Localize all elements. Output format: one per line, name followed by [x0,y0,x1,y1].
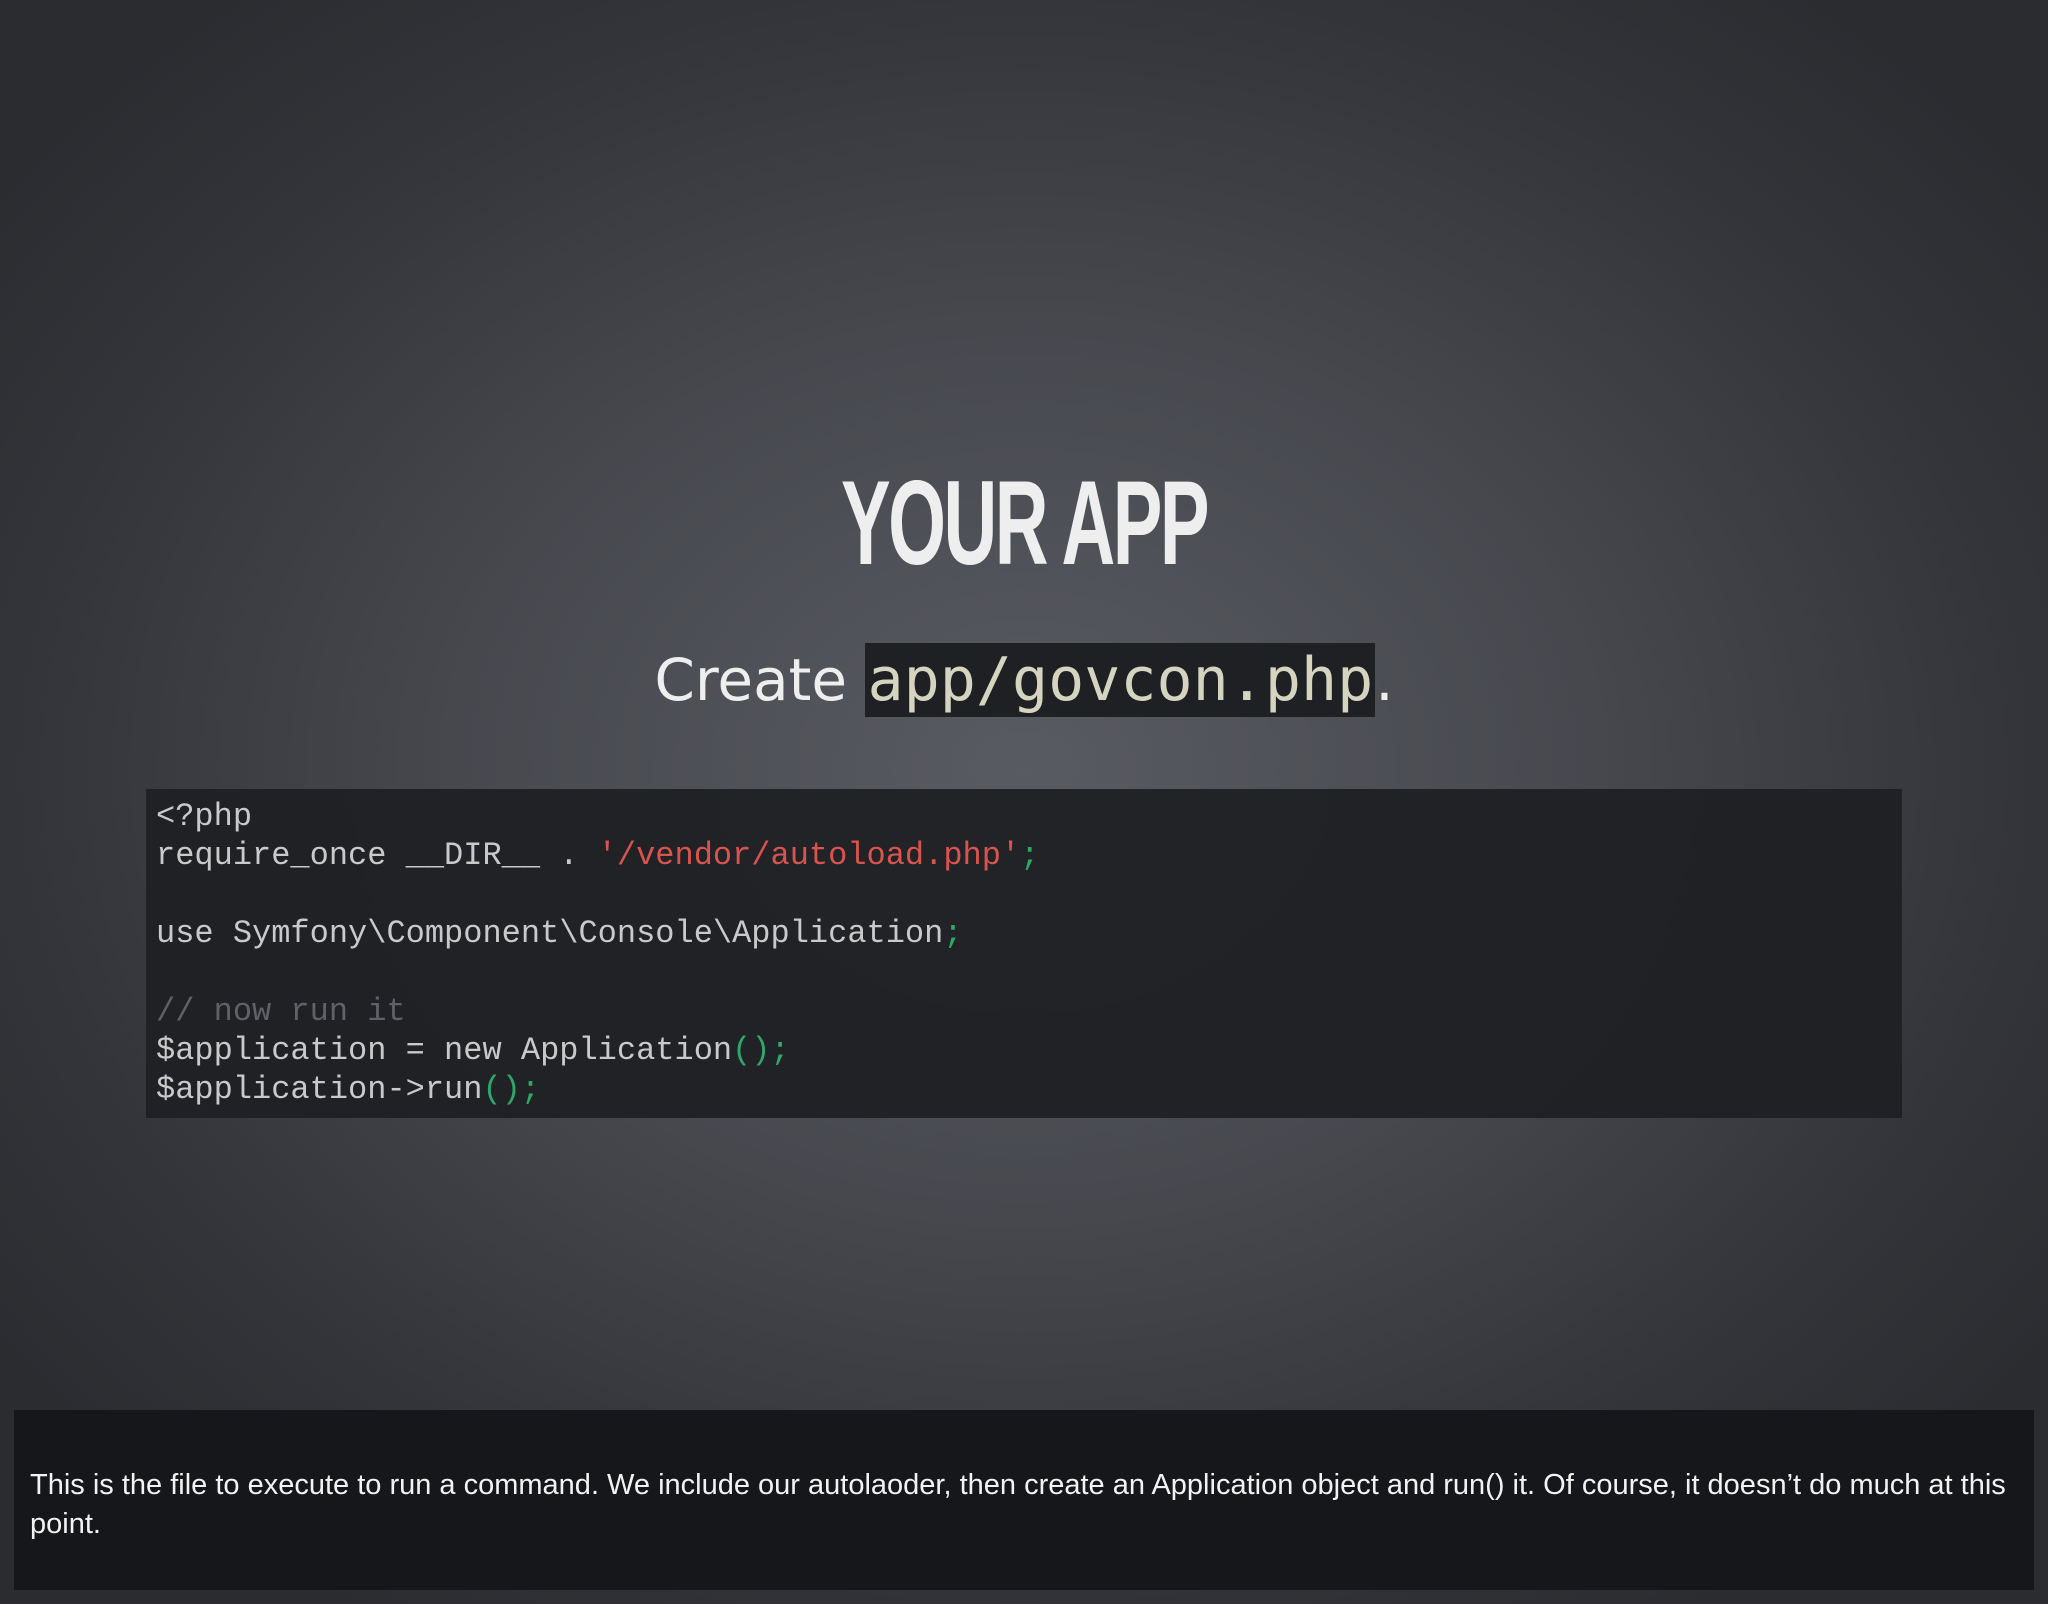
code-punctuation: ; [1020,837,1040,874]
code-line-2: require_once __DIR__ . '/vendor/autoload… [156,836,1892,875]
code-line-6: // now run it [156,992,1892,1031]
code-punctuation: (); [482,1071,541,1108]
code-application-new: $application = new Application [156,1032,733,1069]
code-line-8: $application->run(); [156,1070,1892,1109]
subtitle-prefix: Create [654,646,866,714]
code-punctuation: ; [943,915,963,952]
subtitle-suffix: . [1375,646,1394,714]
subtitle-filename-code: app/govcon.php [865,643,1376,717]
slide-subtitle: Create app/govcon.php. [0,640,2048,720]
code-use-statement: use Symfony\Component\Console\Applicatio… [156,915,944,952]
slide-title: YOUR APP [840,456,1209,590]
code-require-statement: require_once __DIR__ . [156,837,598,874]
code-string-literal: '/vendor/autoload.php' [597,837,1021,874]
code-php-open-tag: <?php [156,798,253,835]
code-application-run: $application->run [156,1071,483,1108]
code-line-1: <?php [156,797,1892,836]
code-line-4: use Symfony\Component\Console\Applicatio… [156,914,1892,953]
code-block: <?php require_once __DIR__ . '/vendor/aut… [146,789,1902,1118]
code-line-7: $application = new Application(); [156,1031,1892,1070]
speaker-notes-panel: This is the file to execute to run a com… [14,1410,2034,1590]
speaker-notes-text: This is the file to execute to run a com… [30,1469,2006,1540]
slide: YOUR APP Create app/govcon.php. <?php req… [0,0,2048,1408]
code-comment: // now run it [156,993,406,1030]
code-punctuation: (); [732,1032,790,1069]
